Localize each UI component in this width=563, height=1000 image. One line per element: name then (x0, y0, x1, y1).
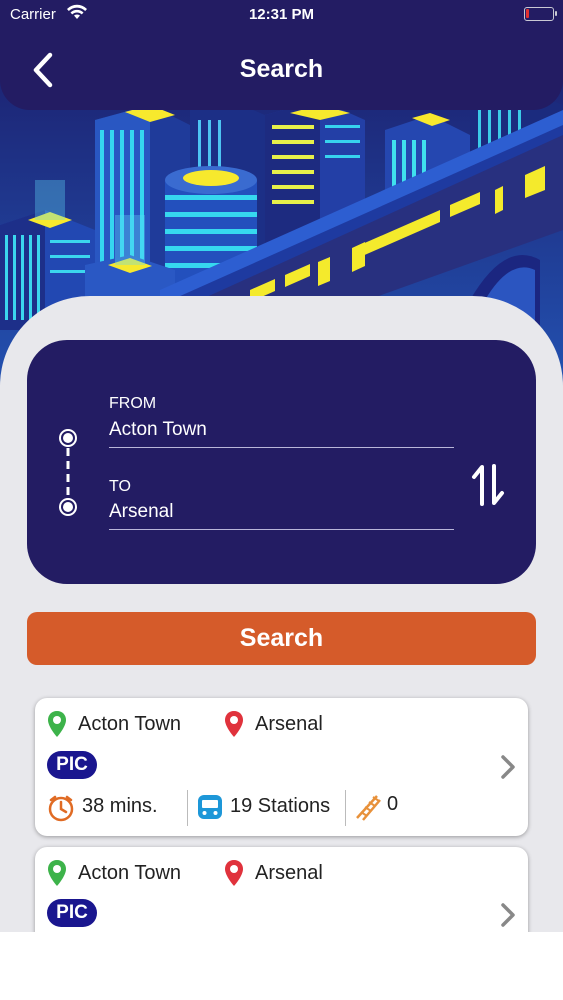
result-to: Arsenal (255, 713, 323, 735)
bottom-area (0, 932, 563, 1000)
to-label: TO (109, 478, 131, 495)
results-list: Acton Town Arsenal PIC 38 mins. 19 Stati… (27, 690, 536, 932)
from-field[interactable]: Acton Town (109, 419, 207, 441)
result-to: Arsenal (255, 862, 323, 884)
map-pin-red-icon (224, 859, 244, 887)
divider (187, 790, 188, 826)
result-duration: 38 mins. (82, 795, 158, 817)
line-badge: PIC (47, 899, 97, 927)
divider (345, 790, 346, 826)
route-card (27, 340, 536, 584)
route-dots-icon (56, 426, 80, 521)
search-button[interactable]: Search (27, 612, 536, 665)
to-underline (109, 529, 454, 530)
battery-icon (524, 7, 557, 21)
page-title: Search (239, 55, 324, 83)
status-bar: Carrier 12:31 PM (0, 0, 563, 30)
chevron-right-icon (498, 901, 518, 929)
swap-arrows-icon (472, 464, 504, 506)
chevron-right-icon (498, 753, 518, 781)
to-field[interactable]: Arsenal (109, 501, 173, 523)
escalator-icon (355, 792, 381, 822)
map-pin-red-icon (224, 710, 244, 738)
search-screen: Carrier 12:31 PM Search FROM Acton Town (0, 0, 563, 1000)
clock-icon (47, 794, 75, 822)
line-badge: PIC (47, 751, 97, 779)
result-changes: 0 (387, 793, 399, 815)
result-card[interactable]: Acton Town Arsenal PIC (35, 698, 528, 836)
train-icon (196, 793, 224, 821)
status-time: 12:31 PM (248, 6, 315, 23)
result-from: Acton Town (78, 862, 182, 884)
map-pin-green-icon (47, 859, 67, 887)
result-stations: 19 Stations (230, 795, 331, 817)
map-pin-green-icon (47, 710, 67, 738)
result-card[interactable]: Acton Town Arsenal PIC (35, 847, 528, 932)
swap-button[interactable] (470, 462, 506, 508)
from-underline (109, 447, 454, 448)
result-from: Acton Town (78, 713, 182, 735)
from-label: FROM (109, 395, 157, 412)
